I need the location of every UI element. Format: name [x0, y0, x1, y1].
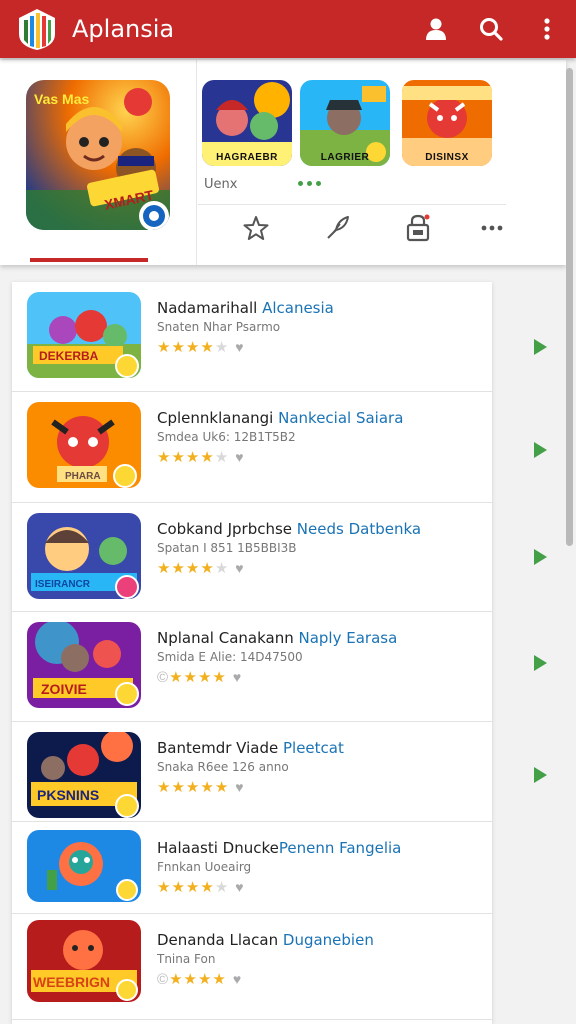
list-item[interactable]: ISEIRANCR Cobkand Jprbchse Needs Datbenk… [12, 503, 492, 612]
heart-icon: ♥ [235, 779, 244, 795]
app-title: Nadamarihall Alcanesia [157, 299, 334, 317]
account-button[interactable] [420, 13, 452, 45]
play-arrow-icon[interactable] [534, 549, 547, 565]
app-title: Cplennklanangi Nankecial Saiara [157, 409, 404, 427]
play-arrow-icon[interactable] [534, 767, 547, 783]
app-title: Halaasti DnuckePenenn Fangelia [157, 839, 402, 857]
favorite-button[interactable] [242, 214, 270, 242]
app-icon: WEEBRIGN [27, 920, 141, 1002]
app-icon: DEKERBA [27, 292, 141, 378]
app-icon: PHARA [27, 402, 141, 488]
app-subtitle: Smida E Alie: 14D47500 [157, 650, 303, 664]
app-subtitle: Tnina Fon [157, 952, 216, 966]
list-item[interactable]: ZOIVIE Nplanal Canakann Naply Earasa Smi… [12, 612, 492, 722]
rating: ★ ★ ★ ★ ★ ♥ [157, 778, 244, 796]
share-button[interactable] [324, 214, 352, 242]
app-subtitle: Fnnkan Uoeairg [157, 860, 252, 874]
play-arrow-icon[interactable] [534, 655, 547, 671]
app-subtitle: Snaka R6ee 126 anno [157, 760, 289, 774]
rating: © ★ ★ ★ ★ ♥ [157, 668, 242, 686]
heart-icon: ♥ [235, 449, 244, 465]
app-list: DEKERBA Nadamarihall Alcanesia Snaten Nh… [12, 282, 492, 1024]
lock-button[interactable] [404, 214, 432, 242]
divider [198, 204, 506, 205]
app-icon-banner: PHARA [65, 471, 101, 482]
app-icon-banner: ZOIVIE [41, 681, 87, 697]
featured-thumb-1[interactable]: HAGRAEBR [202, 80, 292, 166]
rating: ★ ★ ★ ★ ★ ♥ [157, 559, 244, 577]
hero-badge-text: Vas Mas [34, 91, 89, 107]
account-icon [426, 18, 446, 40]
featured-indicator [30, 258, 148, 262]
list-item[interactable]: WEEBRIGN Denanda Llacan Duganebien Tnina… [12, 914, 492, 1020]
thumb-label: LAGRIER [320, 152, 370, 163]
heart-icon: ♥ [235, 879, 244, 895]
page-indicator-dots[interactable] [298, 181, 321, 186]
logo-icon[interactable] [14, 6, 60, 52]
search-icon [480, 18, 503, 41]
featured-hero-image[interactable]: Vas Mas XMART [26, 80, 170, 230]
lock-icon [406, 214, 430, 242]
heart-icon: ♥ [232, 971, 242, 987]
app-icon: ISEIRANCR [27, 513, 141, 599]
more-menu-button[interactable] [531, 13, 563, 45]
list-item[interactable]: DEKERBA Nadamarihall Alcanesia Snaten Nh… [12, 282, 492, 392]
app-subtitle: Spatan I 851 1B5BBI3B [157, 541, 297, 555]
list-item[interactable]: PKSNINS Bantemdr Viade Pleetcat Snaka R6… [12, 722, 492, 822]
app-icon [27, 830, 141, 902]
heart-icon: ♥ [235, 339, 244, 355]
play-arrow-icon[interactable] [534, 339, 547, 355]
app-icon: PKSNINS [27, 732, 141, 818]
app-bar: Aplansia [0, 0, 576, 58]
star-icon [243, 216, 269, 240]
play-arrow-icon[interactable] [534, 442, 547, 458]
rating: © ★ ★ ★ ★ ♥ [157, 970, 242, 988]
rating: ★ ★ ★ ★ ★ ♥ [157, 878, 244, 896]
app-title: Nplanal Canakann Naply Earasa [157, 629, 398, 647]
heart-icon: ♥ [232, 669, 242, 685]
app-subtitle: Smdea Uk6: 12B1T5B2 [157, 430, 296, 444]
more-icon [481, 225, 503, 231]
scrollbar-thumb[interactable] [566, 68, 573, 546]
app-icon-banner: PKSNINS [37, 787, 99, 803]
share-icon [327, 216, 349, 239]
list-item[interactable]: Halaasti DnuckePenenn Fangelia Fnnkan Uo… [12, 822, 492, 914]
app-title: Bantemdr Viade Pleetcat [157, 739, 344, 757]
search-button[interactable] [475, 13, 507, 45]
app-icon: ZOIVIE [27, 622, 141, 708]
app-title: Aplansia [72, 15, 175, 43]
app-title: Denanda Llacan Duganebien [157, 931, 374, 949]
app-icon-banner: WEEBRIGN [33, 974, 110, 990]
heart-icon: ♥ [235, 560, 244, 576]
rating: ★ ★ ★ ★ ★ ♥ [157, 338, 244, 356]
app-icon-banner: ISEIRANCR [35, 579, 91, 590]
app-icon-banner: DEKERBA [39, 349, 99, 363]
thumb-label: HAGRAEBR [216, 152, 278, 163]
list-item[interactable]: PHARA Cplennklanangi Nankecial Saiara Sm… [12, 392, 492, 503]
app-subtitle: Snaten Nhar Psarmo [157, 320, 281, 334]
featured-thumb-3[interactable]: DISINSX [402, 80, 492, 166]
more-options-button[interactable] [478, 214, 506, 242]
more-vert-icon [544, 18, 550, 40]
rating: ★ ★ ★ ★ ★ ♥ [157, 448, 244, 466]
app-title: Cobkand Jprbchse Needs Datbenka [157, 520, 422, 538]
featured-caption: Uenx [204, 177, 238, 192]
thumb-label: DISINSX [425, 152, 469, 163]
divider [196, 60, 197, 265]
featured-thumb-2[interactable]: LAGRIER [300, 80, 390, 166]
